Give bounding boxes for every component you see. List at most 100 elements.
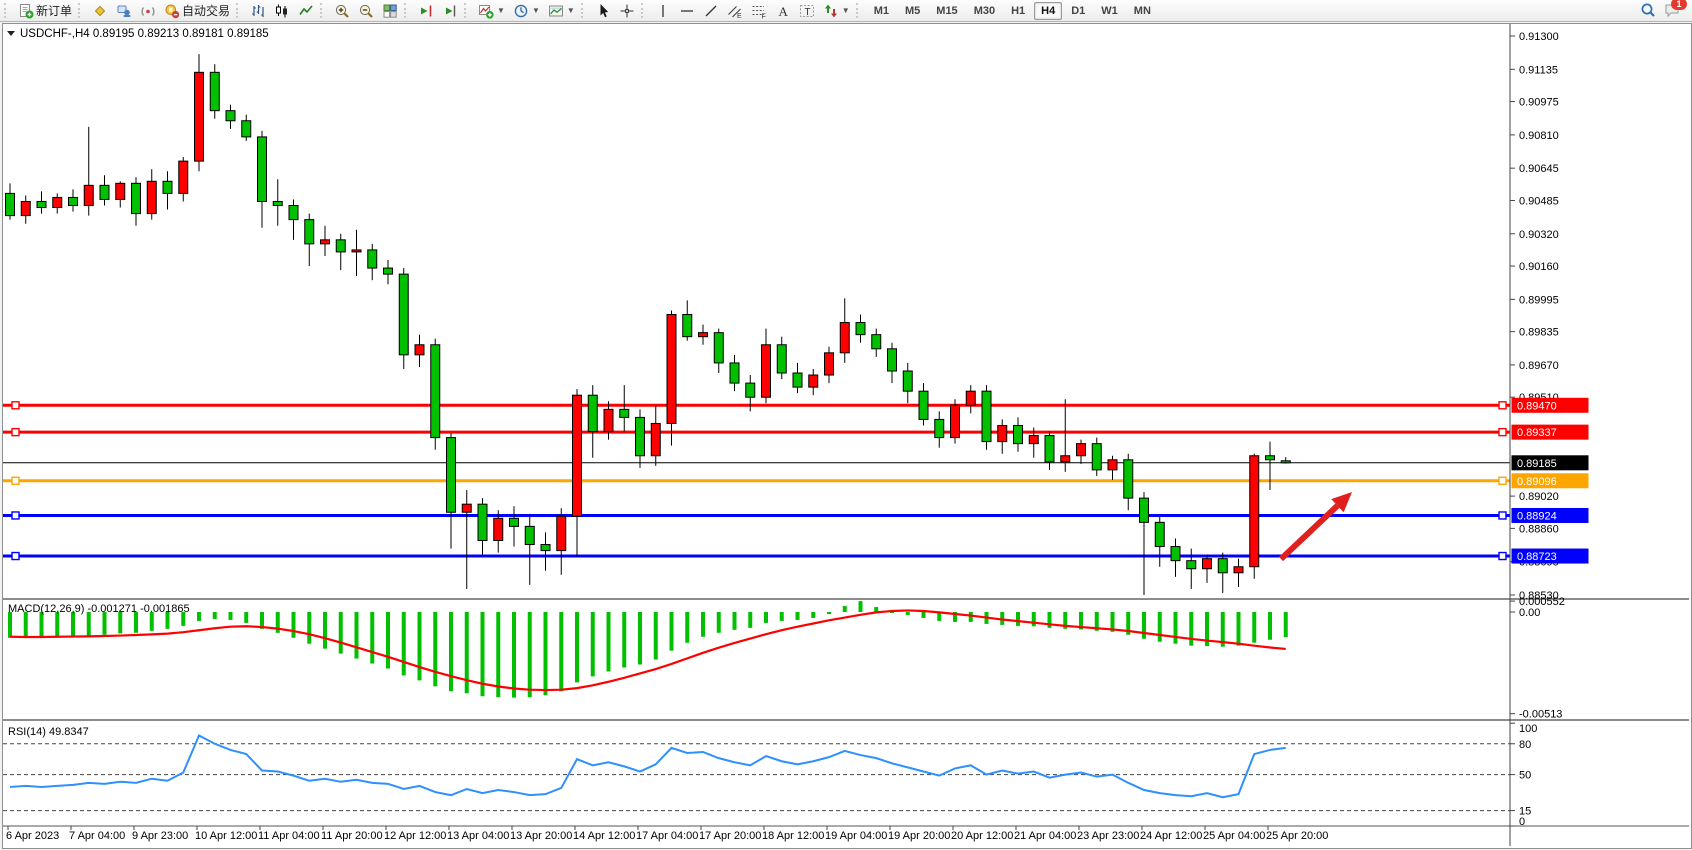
search-icon <box>1640 5 1656 22</box>
zoom-out-button[interactable] <box>354 0 378 22</box>
candle <box>431 345 440 438</box>
macd-bar <box>8 612 12 638</box>
new-order-icon <box>18 3 34 19</box>
data-window-button[interactable] <box>112 0 136 22</box>
timeframe-mn[interactable]: MN <box>1127 2 1158 20</box>
time-axis-label: 23 Apr 23:00 <box>1077 830 1139 842</box>
market-watch-button[interactable] <box>88 0 112 22</box>
notifications-button[interactable]: 1 <box>1664 2 1682 20</box>
periods-button[interactable]: ▼ <box>509 0 544 22</box>
auto-trading-button[interactable]: 自动交易 <box>160 0 234 22</box>
candle <box>1203 559 1212 569</box>
templates-button[interactable]: ▼ <box>544 0 579 22</box>
macd-axis-label: -0.00513 <box>1519 709 1562 721</box>
time-axis-label: 13 Apr 20:00 <box>510 830 572 842</box>
time-axis-label: 10 Apr 12:00 <box>195 830 257 842</box>
hline-handle[interactable] <box>12 429 19 436</box>
macd-bar <box>1158 612 1162 642</box>
macd-bar <box>748 612 752 628</box>
text-label-button[interactable]: T <box>795 0 819 22</box>
macd-bar <box>701 612 705 637</box>
timeframe-h4[interactable]: H4 <box>1034 2 1062 20</box>
candle <box>1250 456 1259 567</box>
macd-bar <box>512 612 516 698</box>
candle <box>368 250 377 268</box>
trendline-button[interactable] <box>699 0 723 22</box>
price-axis-label: 0.91135 <box>1519 64 1558 76</box>
candle <box>195 72 204 161</box>
hline-handle[interactable] <box>1499 512 1506 519</box>
market-watch-icon <box>92 3 108 19</box>
auto-trading-icon <box>164 3 180 19</box>
zoom-in-button[interactable] <box>330 0 354 22</box>
toolbar-grip <box>78 3 84 18</box>
macd-bar <box>433 612 437 686</box>
macd-bar <box>575 612 579 682</box>
hline-handle[interactable] <box>1499 477 1506 484</box>
indicators-button[interactable]: ▼ <box>474 0 509 22</box>
arrows-button[interactable]: ▼ <box>819 0 854 22</box>
timeframe-d1[interactable]: D1 <box>1064 2 1092 20</box>
horizontal-line-button[interactable] <box>675 0 699 22</box>
chart-bars-button[interactable] <box>246 0 270 22</box>
chart-canvas[interactable]: 0.913000.911350.909750.908100.906450.904… <box>3 24 1689 846</box>
chart-line-button[interactable] <box>294 0 318 22</box>
toolbar-grip <box>236 3 242 18</box>
hline-handle[interactable] <box>1499 402 1506 409</box>
search-button[interactable] <box>1640 2 1658 20</box>
toolbar: 新订单自动交易▼▼▼EFAT▼M1M5M15M30H1H4D1W1MN1 <box>0 0 1692 22</box>
candle <box>147 181 156 213</box>
candle <box>840 323 849 353</box>
timeframe-m30[interactable]: M30 <box>967 2 1002 20</box>
auto-scroll-button[interactable] <box>438 0 462 22</box>
timeframe-m1[interactable]: M1 <box>867 2 896 20</box>
macd-bar <box>71 612 75 637</box>
macd-bar <box>355 612 359 659</box>
toolbar-grip <box>320 3 326 18</box>
hline-handle[interactable] <box>12 553 19 560</box>
hline-handle[interactable] <box>12 477 19 484</box>
text-button[interactable]: A <box>771 0 795 22</box>
macd-bar <box>1016 612 1020 626</box>
navigator-button[interactable] <box>136 0 160 22</box>
chart-window: 0.913000.911350.909750.908100.906450.904… <box>2 23 1692 849</box>
macd-bar <box>24 612 28 638</box>
candle <box>588 395 597 431</box>
timeframe-w1[interactable]: W1 <box>1094 2 1125 20</box>
hline-handle[interactable] <box>1499 429 1506 436</box>
hline-handle[interactable] <box>12 402 19 409</box>
chart-line-icon <box>298 3 314 19</box>
hline-price-label-text: 0.88723 <box>1517 551 1557 563</box>
equidistant-channel-button[interactable]: E <box>723 0 747 22</box>
macd-bar <box>780 612 784 621</box>
candle <box>21 201 30 215</box>
candle <box>1092 444 1101 470</box>
chart-candles-button[interactable] <box>270 0 294 22</box>
chevron-down-icon: ▼ <box>532 6 540 15</box>
candle <box>6 193 15 215</box>
crosshair-button[interactable] <box>615 0 639 22</box>
rsi-axis-label: 100 <box>1519 723 1537 735</box>
candle <box>447 438 456 513</box>
tile-windows-icon <box>382 3 398 19</box>
timeframe-m5[interactable]: M5 <box>898 2 927 20</box>
fibonacci-button[interactable]: F <box>747 0 771 22</box>
macd-bar <box>1189 612 1193 646</box>
candle <box>793 373 802 387</box>
macd-bar <box>55 612 59 637</box>
tile-windows-button[interactable] <box>378 0 402 22</box>
cursor-icon <box>595 3 611 19</box>
timeframe-m15[interactable]: M15 <box>929 2 964 20</box>
price-axis-label: 0.89020 <box>1519 491 1559 503</box>
chart-shift-button[interactable] <box>414 0 438 22</box>
macd-bar <box>922 612 926 618</box>
time-axis-label: 19 Apr 04:00 <box>825 830 887 842</box>
rsi-axis-label: 0 <box>1519 816 1525 828</box>
vertical-line-button[interactable] <box>651 0 675 22</box>
new-order-button[interactable]: 新订单 <box>14 0 76 22</box>
timeframe-h1[interactable]: H1 <box>1004 2 1032 20</box>
cursor-button[interactable] <box>591 0 615 22</box>
hline-handle[interactable] <box>1499 553 1506 560</box>
chart-plot-background[interactable] <box>3 24 1510 846</box>
hline-handle[interactable] <box>12 512 19 519</box>
